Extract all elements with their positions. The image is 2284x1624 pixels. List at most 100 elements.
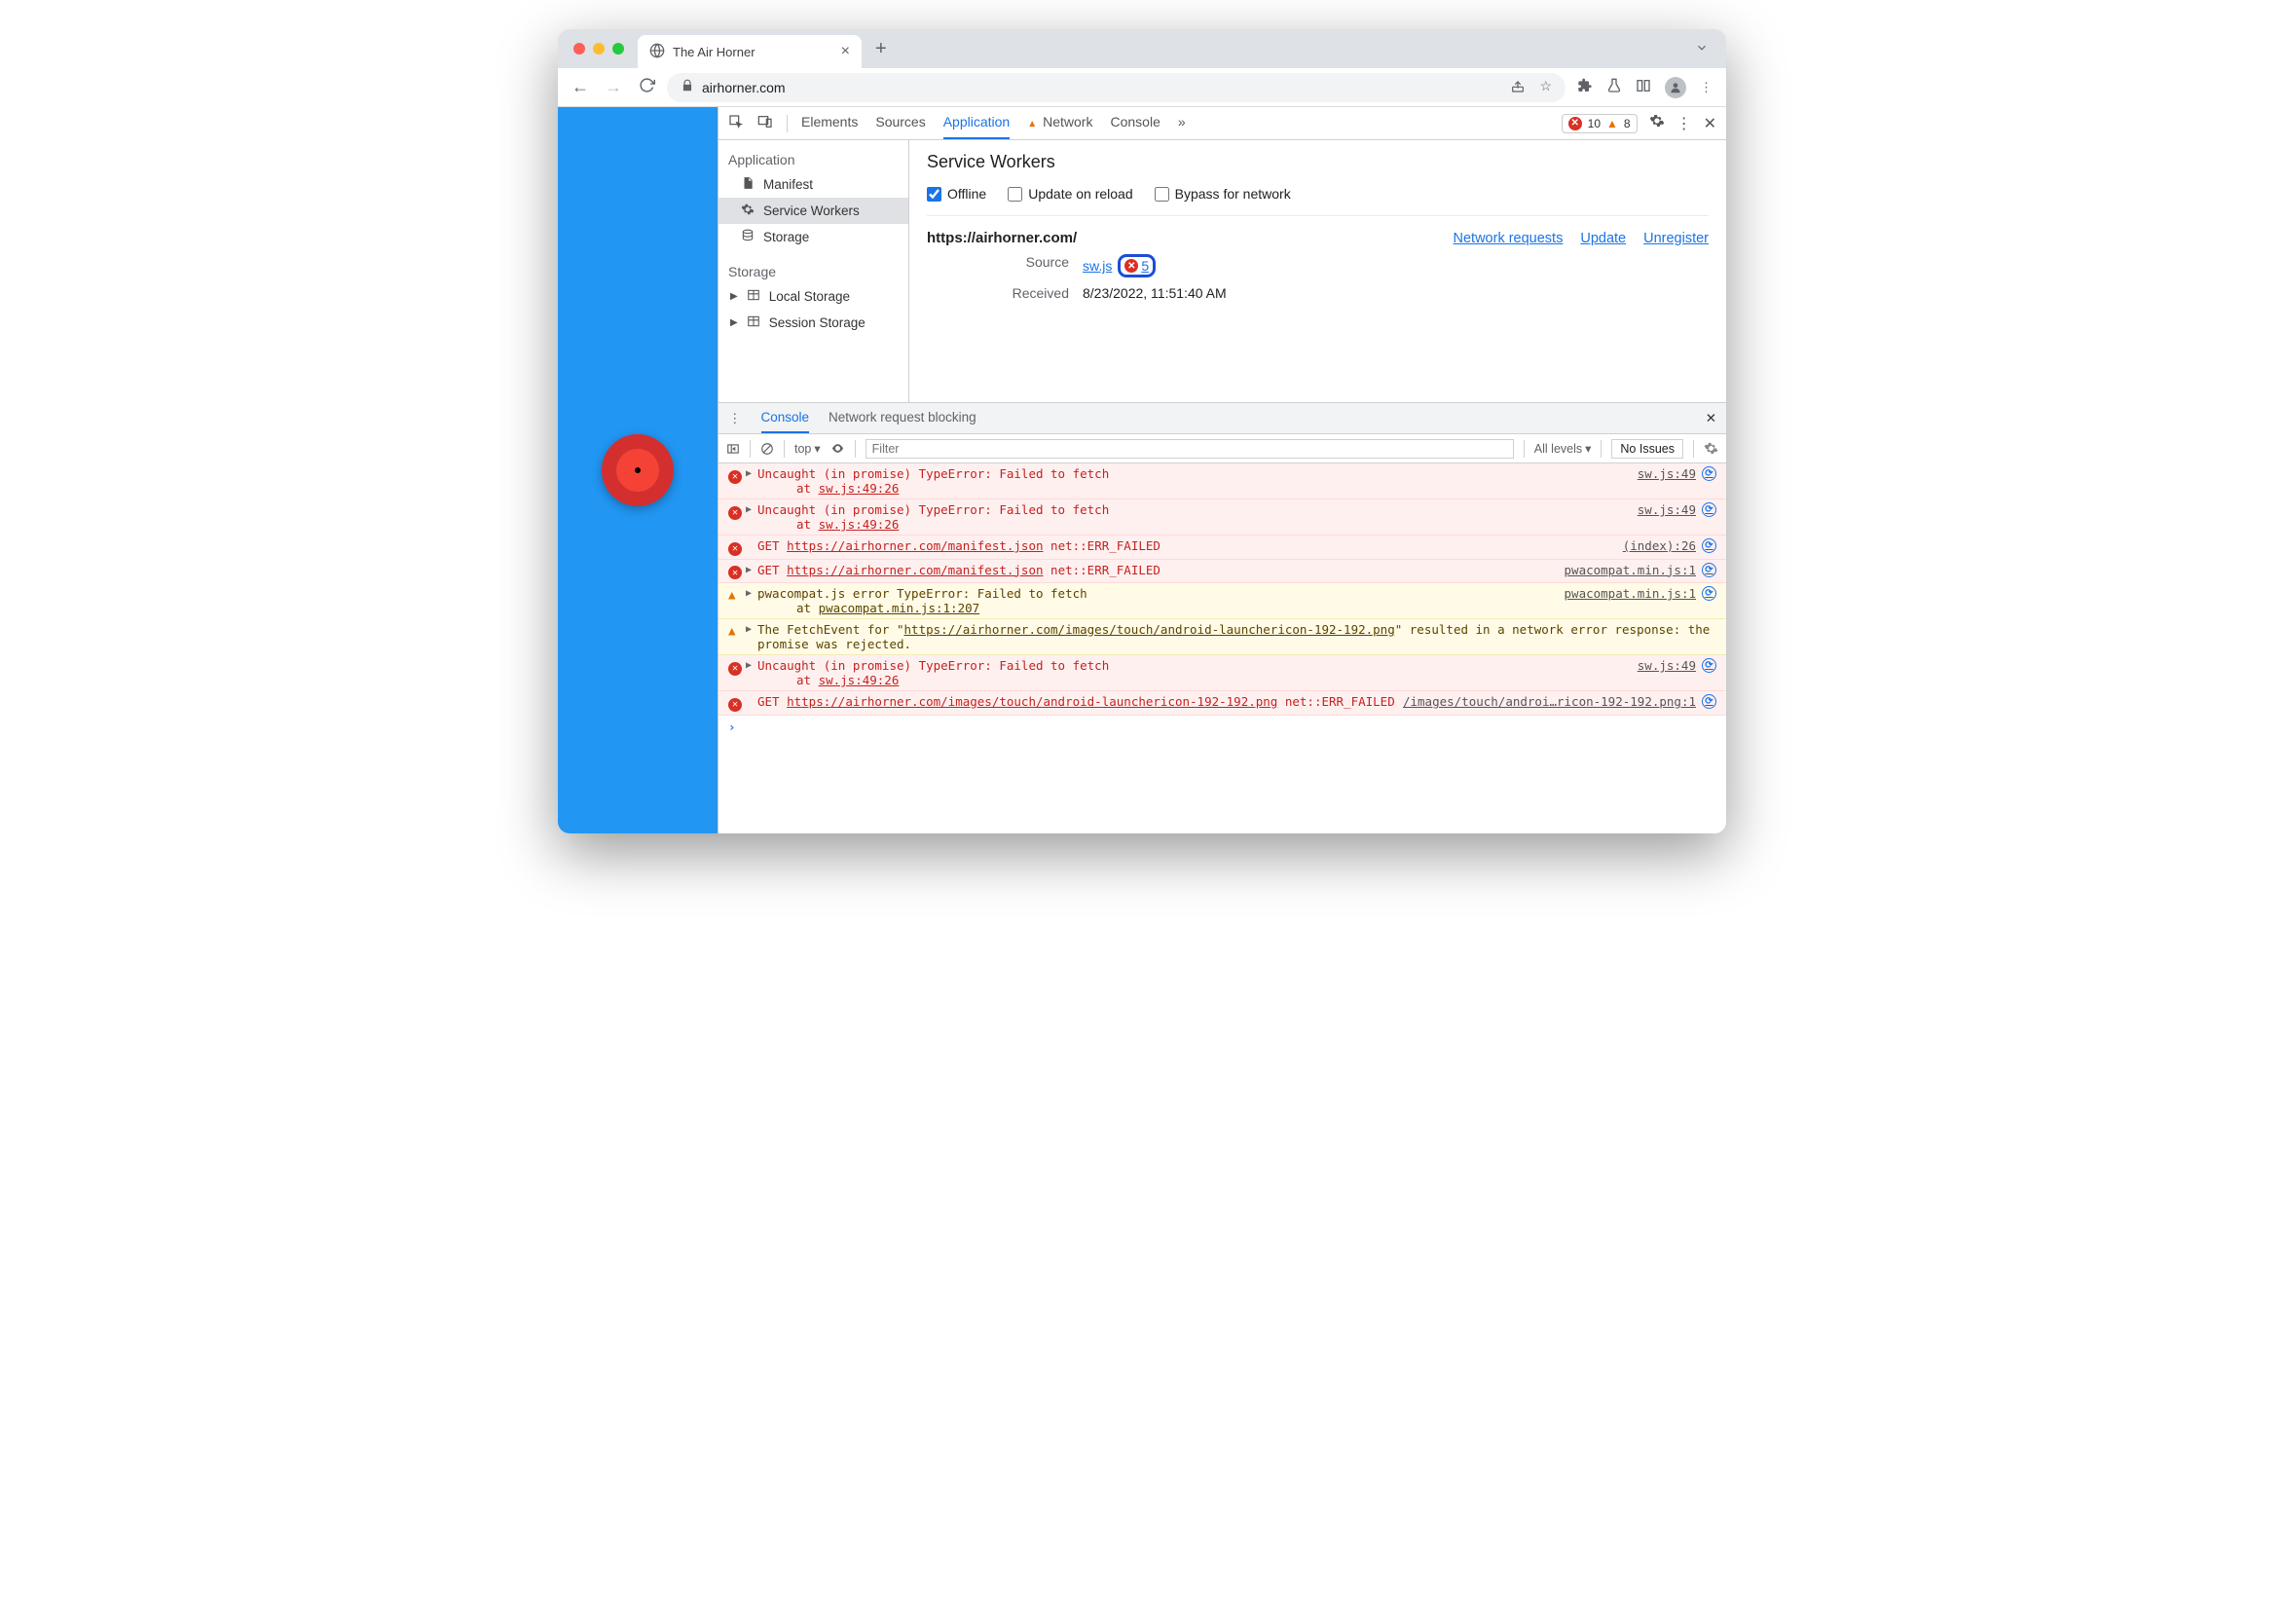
- sidebar-item-local-storage[interactable]: ▶ Local Storage: [718, 283, 908, 310]
- drawer-close-icon[interactable]: ✕: [1706, 411, 1716, 426]
- console-prompt[interactable]: ›: [718, 716, 1726, 738]
- chevron-right-icon[interactable]: ▶: [730, 291, 738, 302]
- clear-console-icon[interactable]: [760, 442, 774, 456]
- expand-icon[interactable]: ▶: [746, 563, 757, 580]
- sidebar-item-session-storage[interactable]: ▶ Session Storage: [718, 310, 908, 336]
- expand-icon[interactable]: ▶: [746, 622, 757, 651]
- close-tab-icon[interactable]: ×: [841, 43, 850, 60]
- drawer-menu-icon[interactable]: ⋮: [728, 411, 742, 426]
- address-bar[interactable]: airhorner.com ☆: [667, 73, 1566, 102]
- drawer-tab-blocking[interactable]: Network request blocking: [829, 403, 976, 433]
- tab-sources[interactable]: Sources: [875, 107, 925, 139]
- tab-application[interactable]: Application: [943, 107, 1011, 139]
- globe-icon: [649, 43, 665, 61]
- airhorn-button[interactable]: [602, 434, 674, 506]
- labs-icon[interactable]: [1606, 78, 1622, 96]
- issues-button[interactable]: No Issues: [1611, 439, 1683, 459]
- devtools-close-icon[interactable]: ✕: [1704, 114, 1716, 133]
- console-messages[interactable]: ▶Uncaught (in promise) TypeError: Failed…: [718, 463, 1726, 833]
- expand-icon[interactable]: ▶: [746, 466, 757, 496]
- console-settings-icon[interactable]: [1704, 441, 1718, 456]
- device-toggle-icon[interactable]: [757, 114, 773, 132]
- share-icon[interactable]: [1510, 78, 1526, 96]
- console-message[interactable]: ▲▶The FetchEvent for "https://airhorner.…: [718, 619, 1726, 655]
- update-on-reload-checkbox[interactable]: Update on reload: [1008, 186, 1132, 202]
- offline-checkbox[interactable]: Offline: [927, 186, 986, 202]
- link-unregister[interactable]: Unregister: [1643, 231, 1709, 246]
- tab-overflow-icon[interactable]: [1695, 41, 1716, 57]
- message-location[interactable]: sw.js:49: [1638, 466, 1716, 496]
- tab-network[interactable]: Network: [1027, 107, 1092, 139]
- error-icon: [728, 538, 746, 556]
- message-body: Uncaught (in promise) TypeError: Failed …: [757, 466, 1638, 496]
- forward-button[interactable]: →: [601, 77, 626, 97]
- expand-icon[interactable]: ▶: [746, 658, 757, 687]
- console-message[interactable]: GET https://airhorner.com/images/touch/a…: [718, 691, 1726, 716]
- sw-options-row: Offline Update on reload Bypass for netw…: [927, 180, 1709, 216]
- context-selector[interactable]: top ▾: [794, 441, 821, 456]
- browser-toolbar-icons: ⋮: [1573, 77, 1716, 98]
- repeat-icon: [1702, 694, 1716, 709]
- message-location[interactable]: /images/touch/androi…ricon-192-192.png:1: [1403, 694, 1716, 712]
- message-location[interactable]: pwacompat.min.js:1: [1565, 563, 1716, 580]
- message-location[interactable]: sw.js:49: [1638, 502, 1716, 532]
- chevron-right-icon[interactable]: ▶: [730, 317, 738, 328]
- console-message[interactable]: ▲▶pwacompat.js error TypeError: Failed t…: [718, 583, 1726, 619]
- console-filter-input[interactable]: [866, 439, 1514, 459]
- back-button[interactable]: ←: [568, 77, 593, 97]
- profile-avatar[interactable]: [1665, 77, 1686, 98]
- sidebar-item-service-workers[interactable]: Service Workers: [718, 198, 908, 224]
- link-network-requests[interactable]: Network requests: [1454, 231, 1564, 246]
- live-expression-icon[interactable]: [830, 441, 845, 456]
- extensions-icon[interactable]: [1577, 78, 1593, 96]
- console-toolbar: top ▾ All levels ▾ No Issues: [718, 434, 1726, 463]
- database-icon: [740, 229, 755, 245]
- levels-selector[interactable]: All levels ▾: [1534, 441, 1592, 456]
- console-message[interactable]: ▶Uncaught (in promise) TypeError: Failed…: [718, 463, 1726, 499]
- sidebar-item-manifest[interactable]: Manifest: [718, 171, 908, 198]
- devtools-settings-icon[interactable]: [1649, 113, 1665, 133]
- sidebar-item-storage[interactable]: Storage: [718, 224, 908, 250]
- message-location[interactable]: sw.js:49: [1638, 658, 1716, 687]
- devtools-drawer: ⋮ Console Network request blocking ✕: [718, 403, 1726, 833]
- table-icon: [746, 288, 761, 305]
- close-window-button[interactable]: [573, 43, 585, 55]
- tab-console[interactable]: Console: [1110, 107, 1160, 139]
- message-location[interactable]: pwacompat.min.js:1: [1565, 586, 1716, 615]
- reading-list-icon[interactable]: [1636, 78, 1651, 96]
- tab-elements[interactable]: Elements: [801, 107, 858, 139]
- console-sidebar-toggle-icon[interactable]: [726, 442, 740, 456]
- browser-menu-icon[interactable]: ⋮: [1700, 80, 1713, 95]
- browser-tab[interactable]: The Air Horner ×: [638, 35, 862, 68]
- bookmark-icon[interactable]: ☆: [1539, 78, 1552, 96]
- new-tab-button[interactable]: +: [869, 38, 893, 60]
- tab-strip: The Air Horner × +: [558, 29, 1726, 68]
- tab-more[interactable]: »: [1178, 107, 1186, 139]
- error-icon: [728, 694, 746, 712]
- link-update[interactable]: Update: [1580, 231, 1626, 246]
- expand-icon[interactable]: ▶: [746, 502, 757, 532]
- error-count-link[interactable]: 5: [1141, 258, 1149, 274]
- console-message[interactable]: ▶Uncaught (in promise) TypeError: Failed…: [718, 499, 1726, 535]
- message-location[interactable]: (index):26: [1623, 538, 1716, 556]
- drawer-tab-console[interactable]: Console: [761, 403, 810, 433]
- maximize-window-button[interactable]: [612, 43, 624, 55]
- message-body: pwacompat.js error TypeError: Failed to …: [757, 586, 1565, 615]
- table-icon: [746, 314, 761, 331]
- application-sidebar: Application Manifest Service Workers: [718, 140, 909, 402]
- issue-counter[interactable]: 10 8: [1562, 114, 1638, 133]
- devtools-menu-icon[interactable]: ⋮: [1676, 114, 1692, 133]
- inspect-icon[interactable]: [728, 114, 744, 132]
- expand-icon[interactable]: ▶: [746, 586, 757, 615]
- source-file-link[interactable]: sw.js: [1083, 258, 1112, 274]
- console-message[interactable]: GET https://airhorner.com/manifest.json …: [718, 535, 1726, 560]
- minimize-window-button[interactable]: [593, 43, 605, 55]
- bypass-network-checkbox[interactable]: Bypass for network: [1155, 186, 1291, 202]
- reload-button[interactable]: [634, 77, 659, 98]
- repeat-icon: [1702, 658, 1716, 673]
- section-application: Application: [718, 148, 908, 171]
- console-message[interactable]: ▶GET https://airhorner.com/manifest.json…: [718, 560, 1726, 584]
- error-icon: [1124, 259, 1138, 273]
- service-workers-view: Service Workers Offline Update on reload: [909, 140, 1726, 402]
- console-message[interactable]: ▶Uncaught (in promise) TypeError: Failed…: [718, 655, 1726, 691]
